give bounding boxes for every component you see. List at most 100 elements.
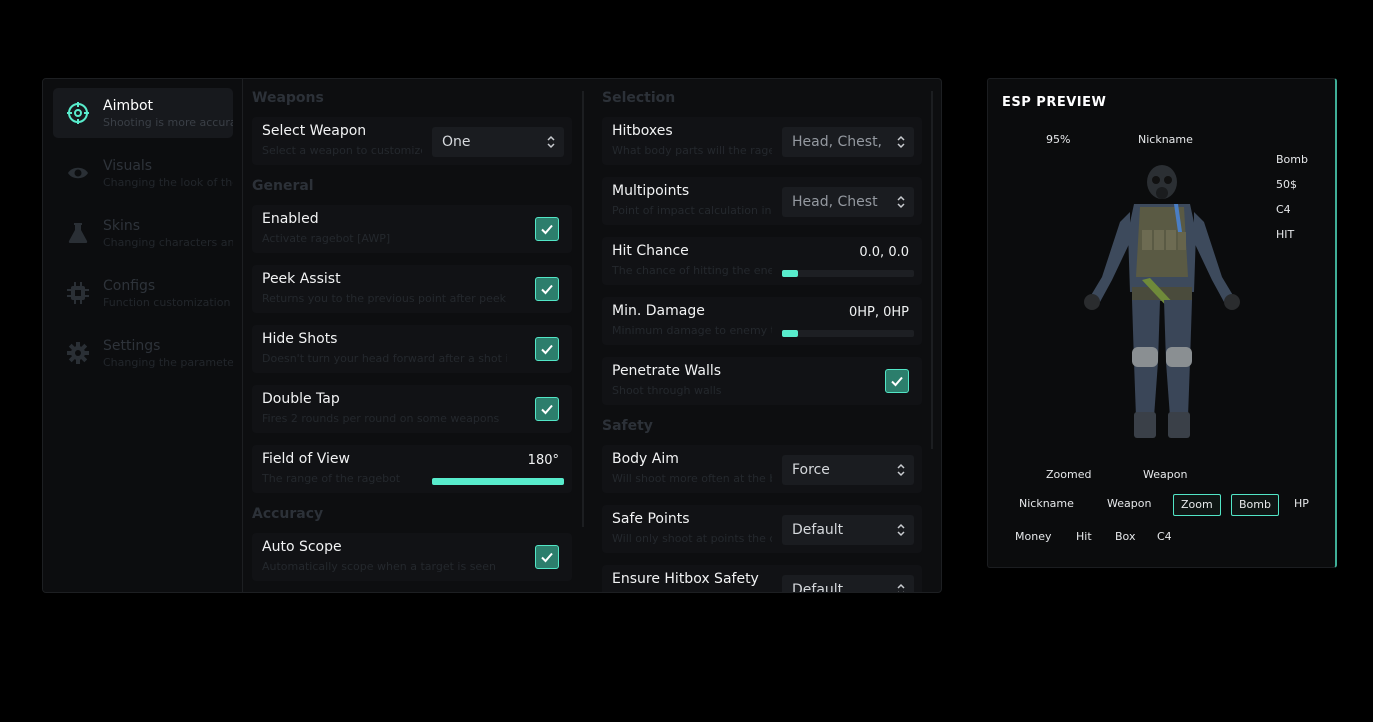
sidebar-item-configs[interactable]: Configs Function customization <box>53 268 233 318</box>
hide-shots-checkbox[interactable] <box>535 337 559 361</box>
sidebar-item-label: Visuals <box>103 158 153 174</box>
setting-label: Hit Chance <box>612 243 689 259</box>
setting-desc: The range of the ragebot <box>262 472 401 485</box>
hitboxes-dropdown[interactable]: Head, Chest, Stomach <box>782 127 914 157</box>
setting-enabled: Enabled Activate ragebot [AWP] <box>252 205 572 253</box>
esp-toggle-money[interactable]: Money <box>1008 527 1058 549</box>
setting-peek-assist: Peek Assist Returns you to the previous … <box>252 265 572 313</box>
fov-slider[interactable] <box>432 478 564 485</box>
setting-desc: Fires 2 rounds per round on some weapons <box>262 412 500 425</box>
chevron-updown-icon <box>897 523 905 537</box>
double-tap-checkbox[interactable] <box>535 397 559 421</box>
eye-icon <box>68 167 88 179</box>
esp-preview-title: ESP PREVIEW <box>1002 95 1107 110</box>
min-damage-value: 0HP, 0HP <box>848 305 909 320</box>
esp-toggle-weapon[interactable]: Weapon <box>1100 494 1158 516</box>
setting-field-of-view: Field of View The range of the ragebot 1… <box>252 445 572 493</box>
character-model-image <box>1084 165 1240 438</box>
setting-desc: Will shoot more often at the body <box>612 472 772 485</box>
penetrate-walls-checkbox[interactable] <box>885 369 909 393</box>
check-icon <box>541 284 553 295</box>
multipoints-dropdown[interactable]: Head, Chest <box>782 187 914 217</box>
chevron-updown-icon <box>547 135 555 149</box>
enabled-checkbox[interactable] <box>535 217 559 241</box>
min-damage-slider[interactable] <box>782 330 914 337</box>
setting-label: Penetrate Walls <box>612 363 722 379</box>
auto-scope-checkbox[interactable] <box>535 545 559 569</box>
sidebar-item-desc: Changing characters and weapons <box>103 236 233 249</box>
select-weapon-dropdown[interactable]: One <box>432 127 564 157</box>
sidebar-item-settings[interactable]: Settings Changing the parameters <box>53 328 233 378</box>
sidebar-item-desc: Changing the parameters <box>103 356 233 369</box>
dropdown-value: Default <box>792 522 844 538</box>
esp-right-label: 50$ <box>1276 178 1297 191</box>
setting-label: Enabled <box>262 211 319 227</box>
check-icon <box>541 224 553 235</box>
ensure-hitbox-dropdown[interactable]: Default <box>782 575 914 592</box>
setting-desc: Select a weapon to customize <box>262 144 422 157</box>
sidebar-item-desc: Shooting is more accurate <box>103 116 233 129</box>
sidebar-item-label: Aimbot <box>103 98 154 114</box>
section-header-safety: Safety <box>602 418 653 434</box>
setting-body-aim: Body Aim Will shoot more often at the bo… <box>602 445 922 493</box>
hit-chance-slider[interactable] <box>782 270 914 277</box>
slider-fill <box>432 478 564 485</box>
esp-weapon-label: Weapon <box>1143 468 1188 481</box>
sidebar-item-visuals[interactable]: Visuals Changing the look of the game <box>53 148 233 198</box>
safe-points-dropdown[interactable]: Default <box>782 515 914 545</box>
slider-fill <box>782 330 798 337</box>
check-icon <box>541 344 553 355</box>
section-header-selection: Selection <box>602 90 676 106</box>
esp-toggle-box[interactable]: Box <box>1108 527 1142 549</box>
fov-value: 180° <box>527 453 559 468</box>
setting-desc: Doesn't turn your head forward after a s… <box>262 352 507 365</box>
setting-label: Hitboxes <box>612 123 673 139</box>
section-header-accuracy: Accuracy <box>252 506 324 522</box>
setting-ensure-hitbox-safety: Ensure Hitbox Safety Default <box>602 565 922 592</box>
flask-icon <box>68 223 88 243</box>
cpu-icon <box>67 282 89 304</box>
setting-min-damage: Min. Damage Minimum damage to enemy to s… <box>602 297 922 345</box>
settings-column-right: Selection Hitboxes What body parts will … <box>602 79 932 592</box>
dropdown-value: Head, Chest, Stomach <box>792 134 887 150</box>
check-icon <box>541 552 553 563</box>
sidebar: Aimbot Shooting is more accurate Visuals… <box>43 79 243 592</box>
sidebar-item-label: Skins <box>103 218 141 234</box>
setting-label: Double Tap <box>262 391 340 407</box>
esp-right-label: C4 <box>1276 203 1291 216</box>
esp-toggle-hit[interactable]: Hit <box>1069 527 1099 549</box>
setting-label: Select Weapon <box>262 123 367 139</box>
sidebar-item-skins[interactable]: Skins Changing characters and weapons <box>53 208 233 258</box>
dropdown-value: One <box>442 134 471 150</box>
esp-nickname-label: Nickname <box>1138 133 1193 146</box>
sidebar-item-desc: Function customization <box>103 296 231 309</box>
sidebar-item-aimbot[interactable]: Aimbot Shooting is more accurate <box>53 88 233 138</box>
chevron-updown-icon <box>897 463 905 477</box>
setting-label: Body Aim <box>612 451 679 467</box>
dropdown-value: Force <box>792 462 830 478</box>
setting-desc: Returns you to the previous point after … <box>262 292 507 305</box>
esp-preview-panel: ESP PREVIEW 95% Nickname Bomb 50$ C4 HIT <box>987 78 1337 568</box>
setting-select-weapon: Select Weapon Select a weapon to customi… <box>252 117 572 165</box>
esp-zoomed-label: Zoomed <box>1046 468 1092 481</box>
setting-auto-scope: Auto Scope Automatically scope when a ta… <box>252 533 572 581</box>
setting-label: Hide Shots <box>262 331 338 347</box>
setting-desc: Activate ragebot [AWP] <box>262 232 391 245</box>
esp-toggle-zoom[interactable]: Zoom <box>1173 494 1221 516</box>
scrollbar[interactable] <box>931 91 933 449</box>
sidebar-item-desc: Changing the look of the game <box>103 176 233 189</box>
settings-window: Aimbot Shooting is more accurate Visuals… <box>42 78 942 593</box>
body-aim-dropdown[interactable]: Force <box>782 455 914 485</box>
esp-toggle-bomb[interactable]: Bomb <box>1231 494 1279 516</box>
setting-label: Multipoints <box>612 183 690 199</box>
setting-label: Field of View <box>262 451 350 467</box>
esp-toggle-nickname[interactable]: Nickname <box>1012 494 1081 516</box>
setting-label: Ensure Hitbox Safety <box>612 571 759 587</box>
sidebar-item-label: Settings <box>103 338 161 354</box>
esp-toggle-hp[interactable]: HP <box>1287 494 1316 516</box>
chevron-updown-icon <box>897 583 905 592</box>
esp-toggle-c4[interactable]: C4 <box>1150 527 1179 549</box>
section-header-general: General <box>252 178 314 194</box>
peek-assist-checkbox[interactable] <box>535 277 559 301</box>
setting-desc: Minimum damage to enemy to shoot <box>612 324 772 337</box>
